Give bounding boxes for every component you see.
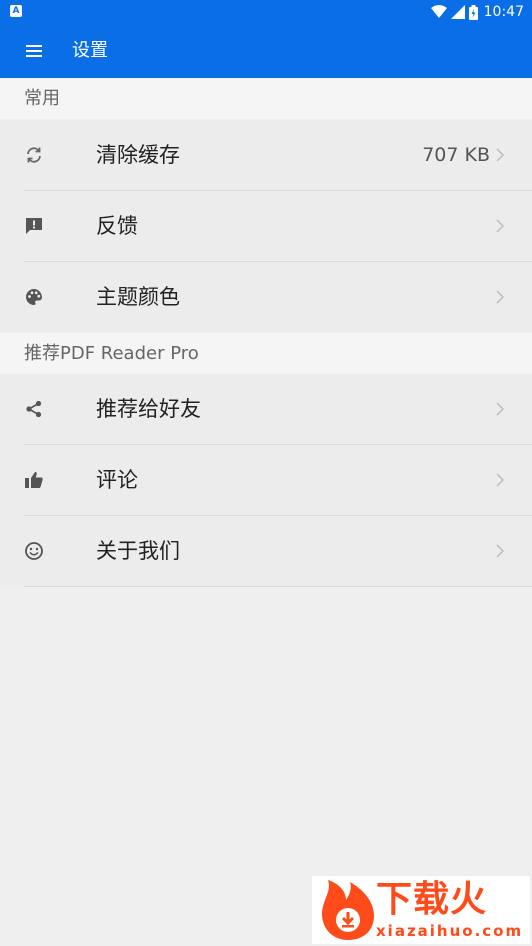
clock: 10:47 <box>483 4 524 20</box>
hamburger-icon <box>26 45 42 57</box>
share-label: 推荐给好友 <box>96 397 201 421</box>
palette-icon <box>26 289 42 305</box>
signal-icon <box>450 5 465 19</box>
notification-icon: A <box>10 5 22 17</box>
review-row[interactable]: 评论 <box>0 445 532 516</box>
wifi-icon <box>430 5 447 18</box>
share-icon <box>26 400 42 418</box>
watermark-url: xiazaihuo.com <box>376 922 524 940</box>
chevron-right-icon <box>496 402 504 416</box>
flame-logo-icon <box>322 880 374 940</box>
status-icons: 10:47 <box>430 0 524 24</box>
clear-cache-row[interactable]: 清除缓存 707 KB <box>0 120 532 191</box>
watermark: 下载火 xiazaihuo.com <box>312 876 530 944</box>
about-label: 关于我们 <box>96 539 180 563</box>
thumbs-up-icon <box>25 472 43 488</box>
feedback-label: 反馈 <box>96 214 138 238</box>
section-header-recommend: 推荐PDF Reader Pro <box>0 333 532 374</box>
about-row[interactable]: 关于我们 <box>0 516 532 587</box>
chevron-right-icon <box>496 544 504 558</box>
feedback-row[interactable]: 反馈 <box>0 191 532 262</box>
sync-icon <box>27 147 41 163</box>
chevron-right-icon <box>496 219 504 233</box>
section-header-common: 常用 <box>0 78 532 119</box>
share-row[interactable]: 推荐给好友 <box>0 374 532 445</box>
theme-color-row[interactable]: 主题颜色 <box>0 262 532 333</box>
clear-cache-label: 清除缓存 <box>96 143 180 167</box>
app-bar: 设置 <box>0 24 532 78</box>
chevron-right-icon <box>496 148 504 162</box>
feedback-icon <box>26 218 42 234</box>
smiley-icon <box>25 542 43 560</box>
theme-color-label: 主题颜色 <box>96 285 180 309</box>
status-bar: A 10:47 <box>0 0 532 24</box>
review-label: 评论 <box>96 468 138 492</box>
watermark-text: 下载火 <box>376 879 488 920</box>
battery-icon <box>468 4 478 20</box>
divider <box>24 586 532 587</box>
page-title: 设置 <box>72 40 108 61</box>
chevron-right-icon <box>496 290 504 304</box>
menu-button[interactable] <box>22 39 46 63</box>
chevron-right-icon <box>496 473 504 487</box>
cache-size-value: 707 KB <box>422 144 490 166</box>
